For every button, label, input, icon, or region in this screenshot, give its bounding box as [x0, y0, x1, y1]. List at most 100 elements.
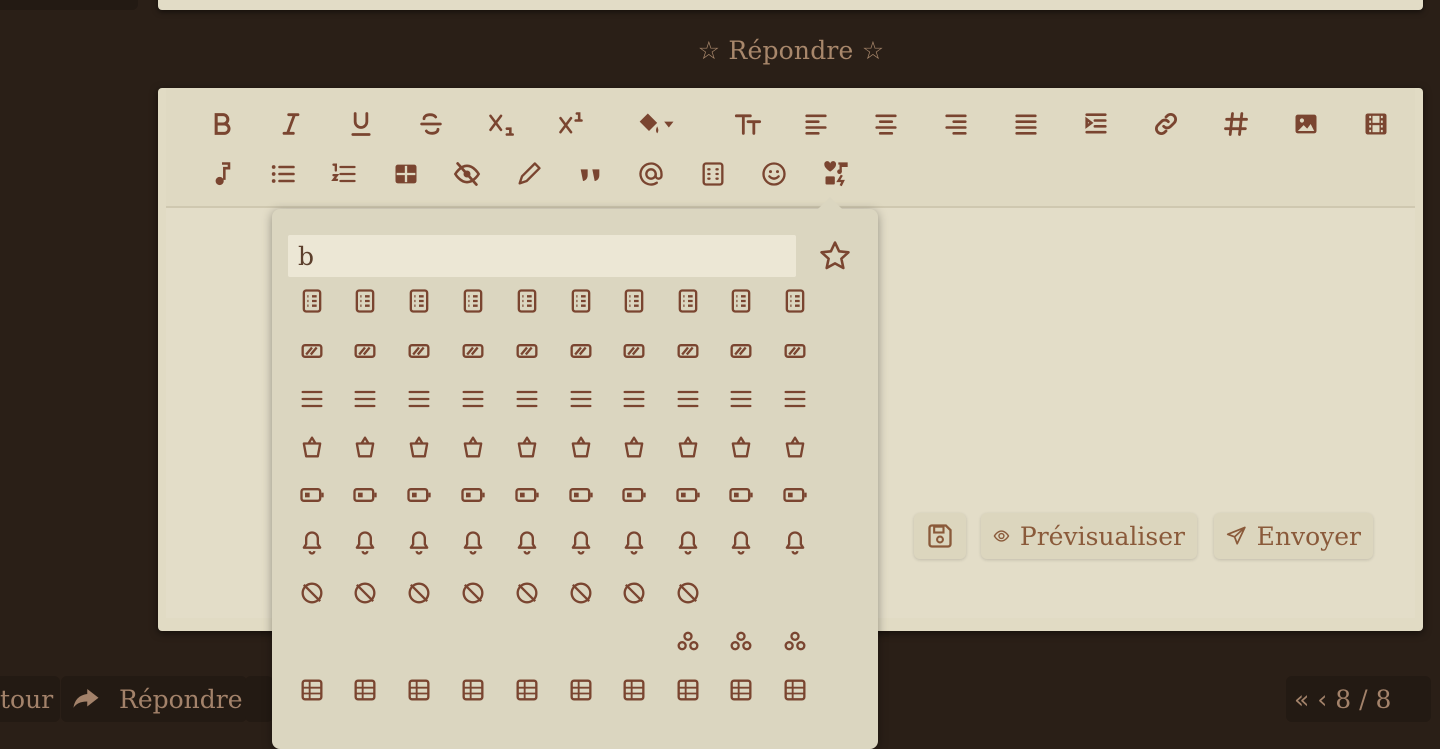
- indent-icon[interactable]: [1076, 104, 1116, 144]
- battery-full-icon[interactable]: [775, 427, 815, 467]
- basket-icon[interactable]: [345, 427, 385, 467]
- battery-slash-icon[interactable]: [453, 475, 493, 515]
- eye-slash-icon[interactable]: [447, 154, 487, 194]
- back-button-partial[interactable]: tour: [0, 676, 60, 722]
- bong-icon[interactable]: [721, 670, 761, 710]
- banjo-icon[interactable]: [775, 281, 815, 321]
- ballot-icon[interactable]: [292, 281, 332, 321]
- bar-progress-empty-icon[interactable]: [345, 331, 385, 371]
- bars-sort-icon[interactable]: [453, 379, 493, 419]
- music-note-icon[interactable]: [202, 154, 242, 194]
- block-icon[interactable]: [507, 670, 547, 710]
- align-center-icon[interactable]: [866, 104, 906, 144]
- baseball-bat-ball-icon[interactable]: [668, 379, 708, 419]
- preview-button[interactable]: Prévisualiser: [981, 513, 1197, 559]
- bed-empty-icon[interactable]: [668, 475, 708, 515]
- battery-half-icon[interactable]: [292, 475, 332, 515]
- hashtag-icon[interactable]: [1216, 104, 1256, 144]
- battery-quarter-icon[interactable]: [399, 475, 439, 515]
- text-size-icon[interactable]: [728, 104, 768, 144]
- pencil-icon[interactable]: [509, 154, 549, 194]
- ban-smoking-icon[interactable]: [561, 281, 601, 321]
- basket-shopping-plus-icon[interactable]: [292, 427, 332, 467]
- ban-icon[interactable]: [399, 281, 439, 321]
- baseball-bat-icon[interactable]: [614, 379, 654, 419]
- blinds-icon[interactable]: [453, 670, 493, 710]
- bitcoin-sign-icon[interactable]: [775, 621, 815, 661]
- basket-shopping-icon[interactable]: [721, 379, 761, 419]
- strikethrough-icon[interactable]: [411, 104, 451, 144]
- ballot-check-icon[interactable]: [345, 281, 385, 321]
- align-left-icon[interactable]: [796, 104, 836, 144]
- bookmark-lock-icon[interactable]: [775, 670, 815, 710]
- bar-progress-quarter-icon[interactable]: [507, 331, 547, 371]
- bell-plus-icon[interactable]: [668, 523, 708, 563]
- battery-three-quarters-icon[interactable]: [507, 475, 547, 515]
- star-icon[interactable]: [818, 239, 852, 273]
- bed-front-icon[interactable]: [721, 475, 761, 515]
- barcode-scan-icon[interactable]: [721, 331, 761, 371]
- bench-tree-icon[interactable]: [453, 573, 493, 613]
- bicycle-icon[interactable]: [614, 573, 654, 613]
- barn-silo-icon[interactable]: [775, 331, 815, 371]
- align-right-icon[interactable]: [936, 104, 976, 144]
- spoiler-box-icon[interactable]: [693, 154, 733, 194]
- battery-empty-icon[interactable]: [668, 427, 708, 467]
- bandage-icon[interactable]: [668, 281, 708, 321]
- bangladeshi-taka-sign-icon[interactable]: [721, 281, 761, 321]
- bell-school-slash-icon[interactable]: [292, 573, 332, 613]
- banana-icon[interactable]: [614, 281, 654, 321]
- bicep-icon[interactable]: [561, 573, 601, 613]
- barcode-icon[interactable]: [614, 331, 654, 371]
- bold-t-icon[interactable]: [668, 670, 708, 710]
- bee-icon[interactable]: [292, 523, 332, 563]
- first-page-icon[interactable]: «: [1294, 685, 1309, 714]
- ban-bug-icon[interactable]: [453, 281, 493, 321]
- link-icon[interactable]: [1146, 104, 1186, 144]
- pagination-control[interactable]: « ‹ 8 / 8: [1286, 676, 1431, 722]
- baseball-icon[interactable]: [561, 379, 601, 419]
- bar-progress-icon[interactable]: [292, 331, 332, 371]
- bars-progress-icon[interactable]: [399, 379, 439, 419]
- bell-concierge-icon[interactable]: [507, 523, 547, 563]
- blanket-icon[interactable]: [292, 670, 332, 710]
- ban-parking-icon[interactable]: [507, 281, 547, 321]
- underline-icon[interactable]: [341, 104, 381, 144]
- italic-icon[interactable]: [271, 104, 311, 144]
- beer-mug-icon[interactable]: [345, 523, 385, 563]
- beer-mug-empty-icon[interactable]: [399, 523, 439, 563]
- icon-search-input[interactable]: [288, 235, 796, 277]
- bed-bunk-icon[interactable]: [614, 475, 654, 515]
- smiley-icon[interactable]: [754, 154, 794, 194]
- bells-icon[interactable]: [399, 573, 439, 613]
- send-button[interactable]: Envoyer: [1214, 513, 1373, 559]
- battery-bolt-icon[interactable]: [614, 427, 654, 467]
- block-brick-icon[interactable]: [561, 670, 601, 710]
- bars-filter-icon[interactable]: [345, 379, 385, 419]
- bell-school-icon[interactable]: [775, 523, 815, 563]
- battery-low-icon[interactable]: [345, 475, 385, 515]
- align-justify-icon[interactable]: [1006, 104, 1046, 144]
- billboard-icon[interactable]: [668, 573, 708, 613]
- numbered-list-icon[interactable]: [324, 154, 364, 194]
- prev-page-icon[interactable]: ‹: [1317, 685, 1327, 714]
- bottom-reply-button[interactable]: Répondre: [61, 676, 247, 722]
- superscript-icon[interactable]: [551, 104, 591, 144]
- bed-pulse-icon[interactable]: [775, 475, 815, 515]
- basketball-hoop-icon[interactable]: [453, 427, 493, 467]
- bell-exclamation-icon[interactable]: [561, 523, 601, 563]
- bell-ring-icon[interactable]: [721, 523, 761, 563]
- bold-icon[interactable]: [202, 104, 242, 144]
- basketball-icon[interactable]: [399, 427, 439, 467]
- quote-icon[interactable]: [570, 154, 610, 194]
- blender-icon[interactable]: [345, 670, 385, 710]
- bars-staggered-icon[interactable]: [507, 379, 547, 419]
- bar-progress-half-icon[interactable]: [453, 331, 493, 371]
- battery-exclamation-icon[interactable]: [721, 427, 761, 467]
- barcode-read-icon[interactable]: [668, 331, 708, 371]
- blender-phone-icon[interactable]: [399, 670, 439, 710]
- bullet-list-icon[interactable]: [263, 154, 303, 194]
- bell-slash-icon[interactable]: [345, 573, 385, 613]
- biohazard-icon[interactable]: [668, 621, 708, 661]
- table-icon[interactable]: [386, 154, 426, 194]
